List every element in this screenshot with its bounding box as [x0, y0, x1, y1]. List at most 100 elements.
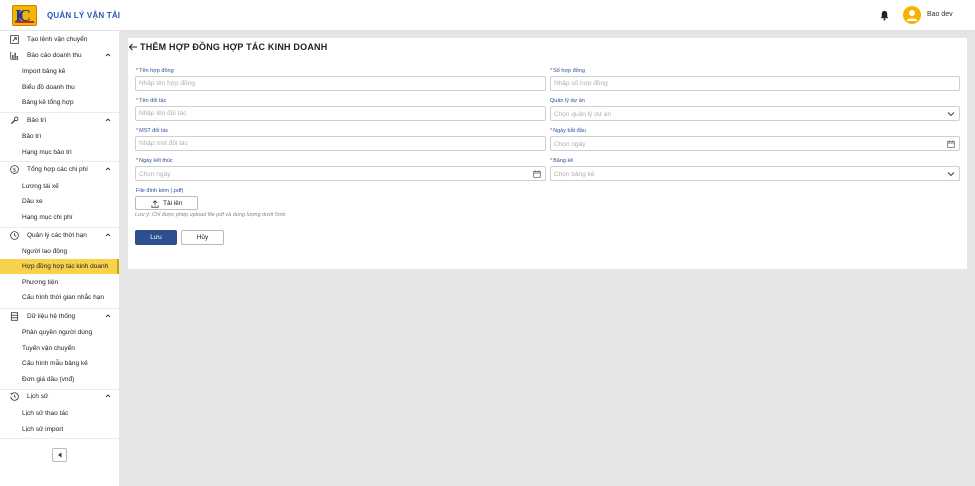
sidebar-item-create-transport-order[interactable]: Tạo lệnh vận chuyển [0, 32, 119, 47]
sidebar-item-reminder-config[interactable]: Cấu hình thời gian nhắc hạn [0, 290, 119, 305]
sidebar-group-label: Báo cáo doanh thu [27, 52, 82, 59]
statement-label: *Bảng kê [550, 158, 574, 164]
cancel-button[interactable]: Hủy [181, 230, 224, 245]
user-name[interactable]: Bao dev [927, 11, 953, 18]
sidebar-item-label: Cấu hình thời gian nhắc hạn [22, 294, 104, 301]
cancel-button-label: Hủy [196, 234, 209, 241]
statement-select[interactable]: Chọn bảng kê [550, 166, 960, 181]
sidebar-item-summary-statement[interactable]: Bảng kê tổng hợp [0, 95, 119, 110]
upload-button[interactable]: Tải lên [135, 196, 198, 210]
wrench-icon [10, 116, 19, 125]
caret-left-icon [58, 452, 62, 458]
sidebar-item-cost-categories[interactable]: Hạng mục chi phí [0, 210, 119, 225]
contract-name-input[interactable] [135, 76, 546, 91]
bell-icon[interactable] [879, 10, 890, 21]
select-placeholder: Chọn quản lý dự án [554, 111, 612, 118]
sidebar-group-label: Bảo trì [27, 117, 47, 124]
project-manager-label: Quản lý dự án [550, 98, 585, 104]
sidebar-group-history[interactable]: Lịch sử [0, 389, 119, 404]
calendar-icon [533, 170, 541, 178]
form-card [128, 38, 967, 269]
chevron-up-icon [105, 233, 111, 237]
sidebar-item-label: Dầu xe [22, 198, 43, 205]
save-button[interactable]: Lưu [135, 230, 177, 245]
sidebar: Tạo lệnh vận chuyển Báo cáo doanh thu Im… [0, 31, 119, 486]
sidebar-item-user-permissions[interactable]: Phân quyền người dùng [0, 325, 119, 340]
sidebar-item-revenue-chart[interactable]: Biểu đồ doanh thu [0, 80, 119, 95]
date-placeholder: Chọn ngày [554, 141, 586, 148]
logo[interactable]: IC [12, 5, 37, 26]
collapse-sidebar-button[interactable] [52, 448, 67, 462]
sidebar-group-system-data[interactable]: Dữ liệu hệ thống [0, 309, 119, 324]
sidebar-item-label: Biểu đồ doanh thu [22, 84, 75, 91]
partner-name-input[interactable] [135, 106, 546, 121]
sidebar-group-revenue-report[interactable]: Báo cáo doanh thu [0, 48, 119, 63]
sidebar-item-fuel[interactable]: Dầu xe [0, 194, 119, 209]
arrow-left-icon[interactable] [128, 42, 138, 52]
calendar-icon [947, 140, 955, 148]
sidebar-item-routes[interactable]: Tuyến vận chuyển [0, 341, 119, 356]
chevron-up-icon [105, 118, 111, 122]
chevron-down-icon [947, 112, 955, 117]
end-date-picker[interactable]: Chọn ngày [135, 166, 546, 181]
sidebar-item-statement-template-config[interactable]: Cấu hình mẫu bảng kê [0, 356, 119, 371]
sidebar-item-import-statement[interactable]: Import bảng kê [0, 64, 119, 79]
chevron-down-icon [947, 172, 955, 177]
app-title: QUẢN LÝ VẬN TẢI [47, 11, 121, 20]
date-placeholder: Chọn ngày [139, 171, 171, 178]
attachment-label: File đính kèm (.pdf) [136, 188, 184, 194]
sidebar-item-maintenance[interactable]: Bảo trì [0, 129, 119, 144]
sidebar-item-label: Phương tiện [22, 279, 59, 286]
avatar[interactable] [903, 6, 921, 24]
sidebar-item-vehicles[interactable]: Phương tiện [0, 275, 119, 290]
sidebar-group-label: Tổng hợp các chi phí [27, 166, 88, 173]
upload-note: Lưu ý: Chỉ được phép upload file pdf và … [135, 212, 286, 218]
sidebar-item-label: Đơn giá dầu (vnđ) [22, 376, 75, 383]
chevron-up-icon [105, 167, 111, 171]
partner-tax-code-input[interactable] [135, 136, 546, 151]
dollar-circle-icon: $ [10, 165, 19, 174]
contract-name-label: *Tên hợp đồng [136, 68, 174, 74]
history-icon [10, 392, 19, 401]
sidebar-item-fuel-price[interactable]: Đơn giá dầu (vnđ) [0, 372, 119, 387]
top-bar: IC QUẢN LÝ VẬN TẢI Bao dev [0, 0, 975, 31]
chevron-up-icon [105, 53, 111, 57]
start-date-label: *Ngày bắt đầu [550, 128, 586, 134]
sidebar-item-label: Lịch sử import [22, 426, 64, 433]
sidebar-item-label: Người lao động [22, 248, 68, 255]
sidebar-item-driver-salary[interactable]: Lương tài xế [0, 179, 119, 194]
sidebar-group-label: Dữ liệu hệ thống [27, 313, 76, 320]
sidebar-item-action-history[interactable]: Lịch sử thao tác [0, 406, 119, 421]
database-icon [10, 312, 19, 321]
bar-chart-icon [10, 51, 19, 60]
start-date-picker[interactable]: Chọn ngày [550, 136, 960, 151]
sidebar-item-label: Tuyến vận chuyển [22, 345, 75, 352]
external-box-icon [10, 35, 19, 44]
sidebar-item-label: Lịch sử thao tác [22, 410, 69, 417]
sidebar-item-import-history[interactable]: Lịch sử import [0, 422, 119, 437]
select-placeholder: Chọn bảng kê [554, 171, 595, 178]
save-button-label: Lưu [150, 234, 162, 241]
sidebar-item-label: Cấu hình mẫu bảng kê [22, 360, 88, 367]
sidebar-group-maintenance[interactable]: Bảo trì [0, 113, 119, 128]
contract-number-input[interactable] [550, 76, 960, 91]
upload-icon [151, 200, 159, 208]
contract-number-label: *Số hợp đồng [550, 68, 585, 74]
sidebar-item-business-contracts[interactable]: Hợp đồng hợp tác kinh doanh [0, 259, 119, 274]
clock-icon [10, 231, 19, 240]
sidebar-item-maintenance-categories[interactable]: Hạng mục bảo trì [0, 145, 119, 160]
sidebar-item-label: Phân quyền người dùng [22, 329, 93, 336]
sidebar-item-label: Hạng mục bảo trì [22, 149, 72, 156]
sidebar-group-deadlines[interactable]: Quản lý các thời hạn [0, 228, 119, 243]
sidebar-item-label: Import bảng kê [22, 68, 66, 75]
project-manager-select[interactable]: Chọn quản lý dự án [550, 106, 960, 121]
partner-tax-code-label: *MST đối tác [136, 128, 169, 134]
end-date-label: *Ngày kết thúc [136, 158, 173, 164]
sidebar-item-label: Bảo trì [22, 133, 42, 140]
sidebar-group-costs[interactable]: $ Tổng hợp các chi phí [0, 162, 119, 177]
sidebar-item-label: Hợp đồng hợp tác kinh doanh [22, 263, 109, 270]
sidebar-item-workers[interactable]: Người lao động [0, 244, 119, 259]
sidebar-item-label: Lương tài xế [22, 183, 59, 190]
sidebar-item-label: Bảng kê tổng hợp [22, 99, 74, 106]
sidebar-group-label: Quản lý các thời hạn [27, 232, 87, 239]
